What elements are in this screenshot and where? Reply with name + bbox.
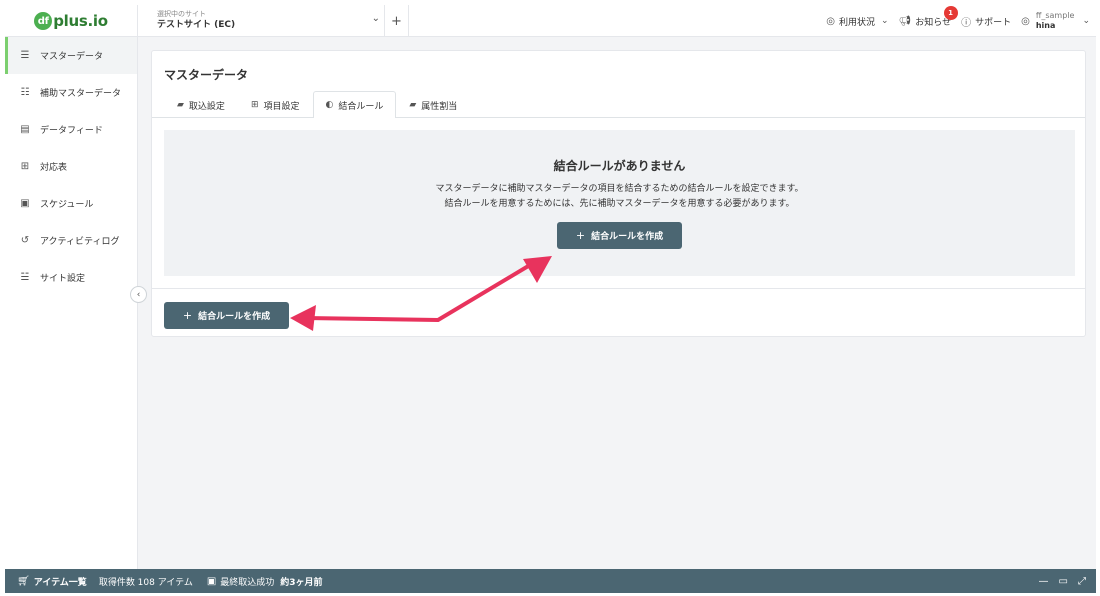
megaphone-icon: 📢︎ bbox=[898, 15, 912, 27]
tab-bar: ▰ 取込設定 ⊞ 項目設定 ◐ 結合ルール ▰ 属性割当 bbox=[164, 91, 470, 118]
sidebar-item-label: スケジュール bbox=[40, 200, 94, 210]
usage-label: 利用状況 bbox=[839, 17, 876, 28]
logo-text: plus.io bbox=[53, 12, 108, 30]
sidebar-item-sub-master-data[interactable]: ☷ 補助マスターデータ bbox=[5, 74, 137, 111]
user-names: ff_sample hina bbox=[1036, 11, 1075, 31]
support-link[interactable]: ⓘ サポート bbox=[961, 14, 1011, 29]
user-id: ff_sample bbox=[1035, 11, 1075, 20]
chevron-left-icon: ‹ bbox=[136, 289, 141, 300]
tab-import-settings[interactable]: ▰ 取込設定 bbox=[164, 91, 238, 118]
tab-label: 属性割当 bbox=[421, 101, 458, 112]
notification-badge: 1 bbox=[943, 5, 958, 20]
empty-state-line-2: 結合ルールを用意するためには、先に補助マスターデータを用意する必要があります。 bbox=[444, 199, 795, 209]
site-selector[interactable]: 選択中のサイト テストサイト (EC) ⌄ bbox=[138, 5, 385, 37]
user-name: hina bbox=[1035, 21, 1056, 30]
sidebar-item-label: 補助マスターデータ bbox=[40, 89, 122, 99]
footer-tools: — ▭ ⤢ bbox=[1029, 569, 1086, 593]
create-merge-rule-button[interactable]: + 結合ルールを作成 bbox=[164, 302, 289, 329]
last-import-value: 約3ヶ月前 bbox=[280, 577, 323, 588]
database-add-icon: ☷ bbox=[20, 87, 30, 98]
card-divider bbox=[152, 288, 1085, 289]
help-circle-icon: ⓘ bbox=[961, 17, 972, 29]
merge-icon: ◐ bbox=[325, 100, 334, 110]
chevron-down-icon: ⌄ bbox=[1082, 16, 1090, 26]
usage-menu[interactable]: ◎ 利用状況 ⌄ bbox=[826, 15, 888, 28]
tab-label: 結合ルール bbox=[338, 101, 384, 112]
sidebar-item-site-settings[interactable]: ☱ サイト設定 bbox=[5, 259, 137, 296]
calendar-clock-icon: ▣ bbox=[20, 198, 30, 209]
button-label: 結合ルールを作成 bbox=[198, 312, 271, 322]
notifications-menu[interactable]: 📢︎ お知らせ 1 bbox=[898, 5, 958, 28]
user-circle-icon: ◎ bbox=[826, 15, 835, 27]
folder-download-icon: ▰ bbox=[177, 100, 184, 110]
plus-icon: + bbox=[575, 229, 586, 242]
empty-state-description: マスターデータに補助マスターデータの項目を結合するための結合ルールを設定できます… bbox=[164, 182, 1075, 212]
sliders-icon: ☱ bbox=[20, 272, 30, 283]
sidebar-item-master-data[interactable]: ☰ マスターデータ bbox=[5, 37, 137, 74]
chevron-down-icon: ⌄ bbox=[371, 13, 380, 24]
header-right: ◎ 利用状況 ⌄ 📢︎ お知らせ 1 ⓘ サポート ◎ ff_sample hi… bbox=[826, 5, 1096, 37]
item-count: 取得件数 108 アイテム bbox=[98, 577, 193, 588]
maximize-icon[interactable]: ▭ bbox=[1059, 576, 1068, 587]
empty-state: 結合ルールがありません マスターデータに補助マスターデータの項目を結合するための… bbox=[164, 130, 1075, 276]
tab-label: 項目設定 bbox=[263, 101, 300, 112]
support-label: サポート bbox=[975, 17, 1012, 28]
table-icon: ⊞ bbox=[20, 161, 30, 172]
create-merge-rule-button-center[interactable]: + 結合ルールを作成 bbox=[557, 222, 682, 249]
button-label: 結合ルールを作成 bbox=[591, 232, 664, 242]
sidebar-item-data-feed[interactable]: ▤ データフィード bbox=[5, 111, 137, 148]
sidebar-item-label: サイト設定 bbox=[40, 274, 86, 284]
table-icon: ⊞ bbox=[250, 100, 259, 110]
logo: df plus.io bbox=[34, 12, 108, 30]
item-list-bar[interactable]: 🛒︎ アイテム一覧 取得件数 108 アイテム ▣ 最終取込成功 約3ヶ月前 —… bbox=[5, 569, 1096, 593]
tab-field-settings[interactable]: ⊞ 項目設定 bbox=[238, 91, 313, 118]
sidebar: ☰ マスターデータ ☷ 補助マスターデータ ▤ データフィード ⊞ 対応表 ▣ … bbox=[5, 37, 138, 569]
user-circle-icon: ◎ bbox=[1021, 15, 1030, 27]
add-site-button[interactable]: + bbox=[385, 5, 409, 37]
logo-area[interactable]: df plus.io bbox=[5, 5, 138, 37]
sidebar-item-schedule[interactable]: ▣ スケジュール bbox=[5, 185, 137, 222]
item-list-title: アイテム一覧 bbox=[33, 577, 87, 588]
site-selector-value: テストサイト (EC) bbox=[157, 20, 236, 30]
user-menu[interactable]: ◎ ff_sample hina ⌄ bbox=[1021, 11, 1090, 31]
database-icon: ☰ bbox=[20, 50, 30, 61]
plus-icon: + bbox=[182, 309, 193, 322]
folder-icon: ▰ bbox=[409, 100, 417, 110]
sidebar-item-label: マスターデータ bbox=[40, 52, 104, 62]
chevron-down-icon: ⌄ bbox=[881, 16, 889, 26]
tab-label: 取込設定 bbox=[188, 101, 225, 112]
tab-merge-rules[interactable]: ◐ 結合ルール bbox=[312, 91, 397, 118]
empty-state-line-1: マスターデータに補助マスターデータの項目を結合するための結合ルールを設定できます… bbox=[435, 184, 804, 194]
app-frame: df plus.io 選択中のサイト テストサイト (EC) ⌄ + ◎ 利用状… bbox=[5, 5, 1096, 593]
sidebar-item-mapping-table[interactable]: ⊞ 対応表 bbox=[5, 148, 137, 185]
cart-icon: 🛒︎ bbox=[17, 575, 30, 587]
sidebar-item-activity-log[interactable]: ↺ アクティビティログ bbox=[5, 222, 137, 259]
logo-mark: df bbox=[34, 12, 53, 30]
history-icon: ↺ bbox=[20, 235, 30, 246]
tab-attribute-assignment[interactable]: ▰ 属性割当 bbox=[396, 91, 470, 118]
sidebar-item-label: データフィード bbox=[40, 126, 103, 136]
sidebar-item-label: 対応表 bbox=[40, 163, 68, 173]
master-data-card: マスターデータ ▰ 取込設定 ⊞ 項目設定 ◐ 結合ルール ▰ 属性割当 結合ル… bbox=[151, 50, 1086, 337]
sidebar-collapse-button[interactable]: ‹ bbox=[130, 286, 147, 303]
site-selector-label: 選択中のサイト bbox=[157, 10, 206, 18]
empty-state-title: 結合ルールがありません bbox=[553, 159, 686, 173]
minimize-icon[interactable]: — bbox=[1039, 576, 1049, 587]
sidebar-item-label: アクティビティログ bbox=[40, 237, 120, 247]
page-title: マスターデータ bbox=[164, 68, 249, 82]
expand-icon[interactable]: ⤢ bbox=[1078, 576, 1086, 587]
document-icon: ▤ bbox=[20, 124, 30, 135]
top-header: df plus.io 選択中のサイト テストサイト (EC) ⌄ + ◎ 利用状… bbox=[5, 5, 1096, 37]
last-import-label: 最終取込成功 bbox=[220, 577, 275, 588]
calendar-icon: ▣ bbox=[206, 575, 217, 587]
